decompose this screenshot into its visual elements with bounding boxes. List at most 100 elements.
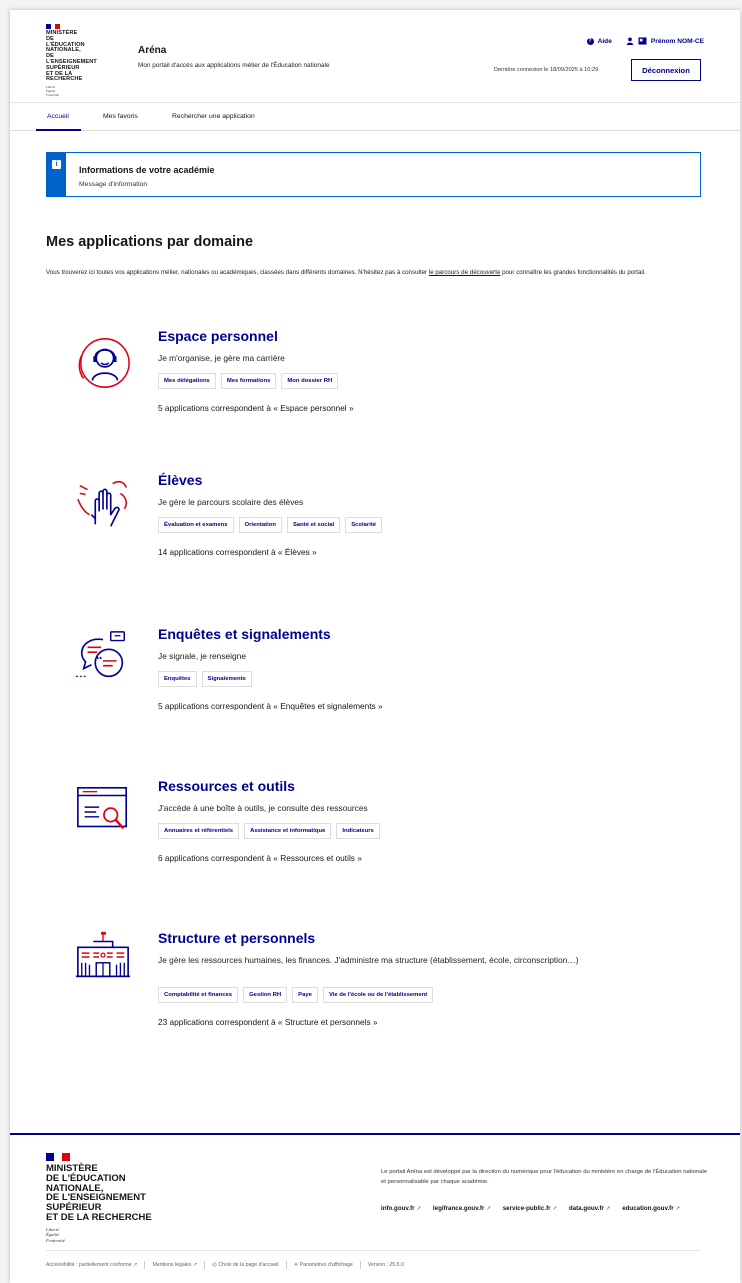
footer-link-info[interactable]: info.gouv.fr ↗ — [381, 1205, 421, 1212]
legal-link[interactable]: Mentions légales ↗ — [152, 1262, 197, 1268]
nav-rechercher[interactable]: Rechercher une application — [172, 113, 255, 120]
domain-title[interactable]: Ressources et outils — [158, 778, 295, 794]
tag[interactable]: Indicateurs — [336, 823, 380, 839]
tag[interactable]: Gestion RH — [243, 987, 288, 1003]
help-link[interactable]: ? Aide — [586, 37, 612, 45]
external-link-icon: ↗ — [192, 1262, 198, 1268]
tag[interactable]: Mes formations — [220, 373, 277, 389]
raised-hand-icon — [77, 480, 128, 527]
question-icon: ? — [586, 37, 594, 45]
sun-icon: ☀ — [293, 1262, 299, 1268]
footer-ministry-name: MINISTÈRE DE L'ÉDUCATION NATIONALE, DE L… — [46, 1163, 152, 1223]
domain-description: J'accède à une boîte à outils, je consul… — [158, 803, 368, 813]
logout-button[interactable]: Déconnexion — [631, 59, 701, 81]
tag[interactable]: Mes délégations — [158, 373, 216, 389]
domain-tags: Évaluation et examens Orientation Santé … — [158, 517, 383, 533]
section-title: Mes applications par domaine — [46, 234, 254, 250]
domain-tags: Comptabilité et finances Gestion RH Paye… — [158, 987, 434, 1003]
tag[interactable]: Assistance et informatique — [244, 823, 332, 839]
domain-tags: Enquêtes Signalements — [158, 671, 252, 687]
domain-description: Je gère le parcours scolaire des élèves — [158, 497, 304, 507]
version-label: Version : 25.5.0 — [367, 1262, 404, 1268]
display-settings-link[interactable]: ☀ Paramètres d'affichage — [294, 1262, 353, 1268]
nav-active-indicator — [36, 129, 81, 131]
footer-link-service-public[interactable]: service-public.fr ↗ — [503, 1205, 557, 1212]
tag[interactable]: Vie de l'école ou de l'établissement — [322, 987, 434, 1003]
last-connection: Dernière connexion le 18/09/2025 à 10:29 — [494, 67, 599, 73]
tag[interactable]: Évaluation et examens — [158, 517, 234, 533]
user-link[interactable]: Prénom NOM-CE — [626, 37, 704, 45]
main-nav: Accueil Mes favoris Rechercher une appli… — [10, 102, 740, 131]
page: MINISTÈRE DE L'ÉDUCATION NATIONALE, DE L… — [10, 10, 740, 1283]
tag[interactable]: Paye — [292, 987, 318, 1003]
external-link-icon: ↗ — [675, 1206, 680, 1212]
info-title: Informations de votre académie — [79, 165, 215, 175]
devise: Liberté Égalité Fraternité — [46, 85, 60, 97]
chat-bubbles-icon — [75, 631, 125, 678]
tag[interactable]: Annuaires et référentiels — [158, 823, 240, 839]
intro-text: Vous trouverez ici toutes vos applicatio… — [46, 269, 429, 276]
footer-ministry-logo[interactable]: MINISTÈRE DE L'ÉDUCATION NATIONALE, DE L… — [46, 1153, 152, 1243]
app-subtitle: Mon portail d'accès aux applications mét… — [138, 62, 330, 69]
intro-text-end: pour connaître les grandes fonctionnalit… — [500, 269, 646, 276]
browser-search-icon — [77, 786, 128, 830]
app-title[interactable]: Aréna — [138, 45, 166, 56]
info-banner: i Informations de votre académie Message… — [46, 152, 701, 197]
nav-favoris[interactable]: Mes favoris — [103, 113, 138, 120]
ministry-name: MINISTÈRE DE L'ÉDUCATION NATIONALE, DE L… — [46, 30, 97, 83]
footer-link-legifrance[interactable]: legifrance.gouv.fr ↗ — [433, 1205, 491, 1212]
domain-count[interactable]: 14 applications correspondent à « Élèves… — [158, 547, 317, 557]
tag[interactable]: Santé et social — [286, 517, 341, 533]
nav-accueil[interactable]: Accueil — [47, 113, 69, 120]
domain-structure: Structure et personnels Je gère les ress… — [46, 930, 706, 1040]
user-name: Prénom NOM-CE — [650, 37, 704, 45]
tag[interactable]: Mon dossier RH — [281, 373, 339, 389]
domain-enquetes: Enquêtes et signalements Je signale, je … — [46, 626, 706, 726]
tag[interactable]: Comptabilité et finances — [158, 987, 239, 1003]
tag[interactable]: Enquêtes — [158, 671, 197, 687]
tag[interactable]: Signalements — [201, 671, 252, 687]
target-icon: ◎ — [212, 1262, 217, 1268]
header: MINISTÈRE DE L'ÉDUCATION NATIONALE, DE L… — [10, 10, 740, 102]
footer-link-data[interactable]: data.gouv.fr ↗ — [569, 1205, 610, 1212]
help-label: Aide — [597, 37, 612, 45]
external-link-icon: ↗ — [552, 1206, 557, 1212]
domain-title[interactable]: Espace personnel — [158, 328, 278, 344]
domain-tags: Annuaires et référentiels Assistance et … — [158, 823, 380, 839]
homepage-choice-link[interactable]: ◎ Choix de la page d'accueil — [212, 1262, 278, 1268]
ministry-logo[interactable]: MINISTÈRE DE L'ÉDUCATION NATIONALE, DE L… — [46, 24, 97, 98]
footer-divider — [10, 1133, 740, 1135]
accessibility-link[interactable]: Accessibilité : partiellement conforme ↗ — [46, 1262, 137, 1268]
discovery-link[interactable]: le parcours de découverte — [429, 269, 501, 276]
footer-bottom-divider — [46, 1250, 701, 1251]
domain-count[interactable]: 5 applications correspondent à « Enquête… — [158, 701, 383, 711]
external-link-icon: ↗ — [486, 1206, 491, 1212]
external-link-icon: ↗ — [133, 1262, 138, 1268]
marianne-flag-icon — [46, 24, 61, 29]
user-icon — [626, 37, 634, 45]
section-intro: Vous trouverez ici toutes vos applicatio… — [46, 268, 696, 278]
footer-link-education[interactable]: education.gouv.fr ↗ — [622, 1205, 680, 1212]
domain-count[interactable]: 23 applications correspondent à « Struct… — [158, 1017, 378, 1027]
domain-tags: Mes délégations Mes formations Mon dossi… — [158, 373, 339, 389]
domain-title[interactable]: Enquêtes et signalements — [158, 626, 331, 642]
tag[interactable]: Scolarité — [345, 517, 383, 533]
tag[interactable]: Orientation — [238, 517, 282, 533]
domain-description: Je signale, je renseigne — [158, 651, 246, 661]
domain-espace-personnel: Espace personnel Je m'organise, je gère … — [46, 328, 706, 428]
domain-title[interactable]: Structure et personnels — [158, 930, 315, 946]
footer-bottom-bar: Accessibilité : partiellement conforme ↗… — [46, 1261, 404, 1269]
external-link-icon: ↗ — [605, 1206, 611, 1212]
domain-description: Je m'organise, je gère ma carrière — [158, 353, 285, 363]
domain-count[interactable]: 5 applications correspondent à « Espace … — [158, 403, 354, 413]
domain-ressources: Ressources et outils J'accède à une boît… — [46, 778, 706, 878]
domain-title[interactable]: Élèves — [158, 472, 202, 488]
footer-links: info.gouv.fr ↗ legifrance.gouv.fr ↗ serv… — [381, 1205, 721, 1212]
domain-description: Je gère les ressources humaines, les fin… — [158, 955, 579, 965]
footer-devise: Liberté Égalité Fraternité — [46, 1226, 65, 1243]
domain-eleves: Élèves Je gère le parcours scolaire des … — [46, 472, 706, 572]
info-icon: i — [52, 160, 61, 169]
domain-count[interactable]: 6 applications correspondent à « Ressour… — [158, 853, 362, 863]
id-card-icon — [638, 37, 647, 45]
user-headset-icon — [78, 338, 130, 388]
